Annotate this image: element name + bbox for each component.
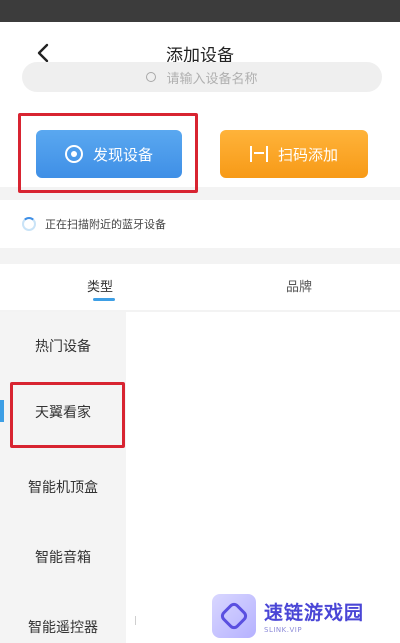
sidebar-item-set-top-box[interactable]: 智能机顶盒	[0, 477, 126, 497]
watermark: 速链游戏园 SLINK.VIP	[212, 588, 400, 643]
category-tabs: 类型 品牌	[0, 264, 400, 310]
active-tab-indicator	[93, 298, 115, 301]
sidebar-item-remote[interactable]: 智能遥控器	[0, 617, 126, 637]
highlight-box-discover	[18, 113, 198, 193]
sidebar-item-popular[interactable]: 热门设备	[0, 336, 126, 356]
search-placeholder: 请输入设备名称	[166, 71, 258, 87]
sidebar-item-smart-speaker[interactable]: 智能音箱	[0, 547, 126, 567]
scan-status-text: 正在扫描附近的蓝牙设备	[45, 218, 166, 231]
search-icon	[146, 72, 157, 82]
pane-divider	[135, 616, 136, 625]
search-input[interactable]: 请输入设备名称	[22, 62, 382, 92]
tab-type[interactable]: 类型	[87, 276, 113, 295]
scan-add-button[interactable]: 扫码添加	[220, 130, 368, 178]
watermark-domain: SLINK.VIP	[264, 625, 303, 634]
status-bar	[0, 0, 400, 22]
scan-code-icon	[249, 146, 268, 162]
bluetooth-scan-status: 正在扫描附近的蓝牙设备	[0, 200, 400, 248]
loading-spinner-icon	[22, 217, 36, 231]
scan-add-label: 扫码添加	[277, 145, 338, 164]
highlight-box-tianyi	[10, 382, 125, 448]
watermark-logo-icon	[212, 593, 256, 638]
selected-item-marker	[0, 400, 4, 422]
watermark-title: 速链游戏园	[264, 601, 365, 624]
tab-brand[interactable]: 品牌	[286, 276, 312, 295]
